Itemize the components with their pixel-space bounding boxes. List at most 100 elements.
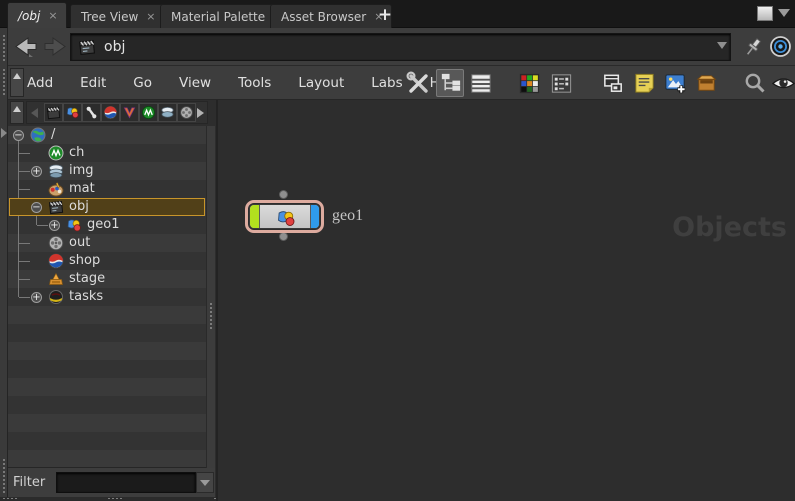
tab-label: Material Palette [171,9,266,24]
tab-close-icon[interactable]: × [146,10,155,23]
asset-box-icon [696,74,716,91]
network-tree-view[interactable]: − / ch + img mat − obj + geo1 out shop s… [8,126,206,468]
network-editor-canvas[interactable]: Objects geo1 [216,100,795,501]
search-button[interactable] [741,69,769,97]
pin-icon[interactable] [741,35,765,59]
network-path-value: obj [104,39,126,55]
tab-label: Asset Browser [281,9,367,24]
tree-row-ch[interactable]: ch [8,144,206,162]
new-tab-button[interactable]: + [374,4,396,26]
houdini-network-pane: /obj × Tree View × Material Palette × As… [0,0,795,501]
forward-arrow-button[interactable] [42,36,68,58]
filter-dropdown-button[interactable] [196,472,214,493]
node-output-connector[interactable] [279,232,288,241]
tree-row-label: obj [69,199,89,214]
tree-toolbar-overflow-button[interactable] [10,101,24,124]
network-path-field[interactable]: obj [70,33,731,61]
menu-bar: Add Edit Go View Tools Layout Labs Help [0,66,795,100]
add-image-button[interactable] [661,69,689,97]
network-view-icon [441,73,460,91]
collapse-icon[interactable]: − [31,201,42,213]
shopnet-icon [103,105,118,120]
tree-row-stage[interactable]: stage [8,270,206,288]
node-input-connector[interactable] [279,190,288,199]
chopnet-icon [48,145,64,161]
tree-row-label: mat [69,181,95,196]
tree-row-shop[interactable]: shop [8,252,206,270]
menu-tools[interactable]: Tools [238,75,271,91]
filter-shopnet-button[interactable] [101,103,120,122]
menu-go[interactable]: Go [133,75,152,91]
back-arrow-button[interactable] [13,36,39,58]
window-layout-button[interactable] [599,69,627,97]
imgnet-icon [161,106,174,118]
pane-splitter-strip[interactable] [0,28,8,501]
tab-obj[interactable]: /obj × [7,2,67,28]
thumbnail-grid-button[interactable] [547,69,575,97]
tree-row-root[interactable]: − / [8,126,206,144]
tree-row-obj[interactable]: − obj [8,198,206,216]
tree-row-out[interactable]: out [8,234,206,252]
tools-wrench-button[interactable] [404,69,432,97]
tab-close-icon[interactable]: × [48,9,57,22]
expand-icon[interactable]: + [31,165,42,177]
filter-bar: Filter [8,468,215,497]
tree-row-label: ch [69,145,85,160]
menubar-overflow-button[interactable] [10,68,24,97]
menu-labs[interactable]: Labs [371,75,402,91]
expand-icon[interactable]: + [49,219,60,231]
side-flyout-icon[interactable] [1,128,7,138]
tab-tree-view[interactable]: Tree View × [70,4,165,28]
network-view-button[interactable] [436,69,464,97]
asset-box-button[interactable] [692,69,720,97]
character-bone-icon [86,106,97,119]
objnet-icon [46,106,61,120]
ropnet-icon [48,235,64,251]
node-geo1[interactable] [245,200,324,233]
tree-scrollbar[interactable] [206,126,215,468]
tree-row-label: img [69,163,94,178]
tree-row-img[interactable]: + img [8,162,206,180]
eye-icon [771,77,795,88]
scrollbar-grip[interactable] [209,302,213,330]
menu-view[interactable]: View [179,75,211,91]
maximize-pane-button[interactable] [757,6,773,21]
imgnet-icon [49,164,63,179]
filter-ropnet-button[interactable] [177,103,196,122]
scroll-right-icon[interactable] [197,108,204,118]
node-body[interactable] [249,204,320,229]
collapse-icon[interactable]: − [13,129,24,141]
root-globe-icon [30,127,46,143]
filter-imgnet-button[interactable] [158,103,177,122]
filter-chopnet-button[interactable] [139,103,158,122]
menu-edit[interactable]: Edit [80,75,106,91]
sticky-note-button[interactable] [630,69,658,97]
network-context-watermark: Objects [672,212,787,243]
filter-character-button[interactable] [82,103,101,122]
tree-row-label: out [69,235,91,250]
filter-objnet-button[interactable] [44,103,63,122]
menu-layout[interactable]: Layout [298,75,344,91]
tree-row-mat[interactable]: mat [8,180,206,198]
sticky-note-icon [634,73,654,93]
tab-label: Tree View [81,9,139,24]
pane-menu-dropdown-icon[interactable] [778,9,790,17]
scroll-left-icon[interactable] [31,108,38,118]
menu-add[interactable]: Add [27,75,53,91]
matnet-icon [48,182,64,197]
path-dropdown-icon[interactable] [717,42,727,49]
follow-network-radar-icon[interactable] [768,34,793,59]
expand-icon[interactable]: + [31,291,42,303]
filter-vopnet-button[interactable] [120,103,139,122]
tree-row-geo1[interactable]: + geo1 [8,216,206,234]
color-palette-grid-icon [519,73,539,93]
color-palette-button[interactable] [515,69,543,97]
filter-label: Filter [13,475,46,490]
visibility-eye-button[interactable] [769,69,795,97]
node-display-flag[interactable] [250,205,260,228]
filter-input[interactable] [56,472,196,493]
list-view-button[interactable] [466,69,494,97]
filter-geometry-button[interactable] [63,103,82,122]
tree-row-tasks[interactable]: + tasks [8,288,206,306]
node-render-flag[interactable] [310,205,319,228]
